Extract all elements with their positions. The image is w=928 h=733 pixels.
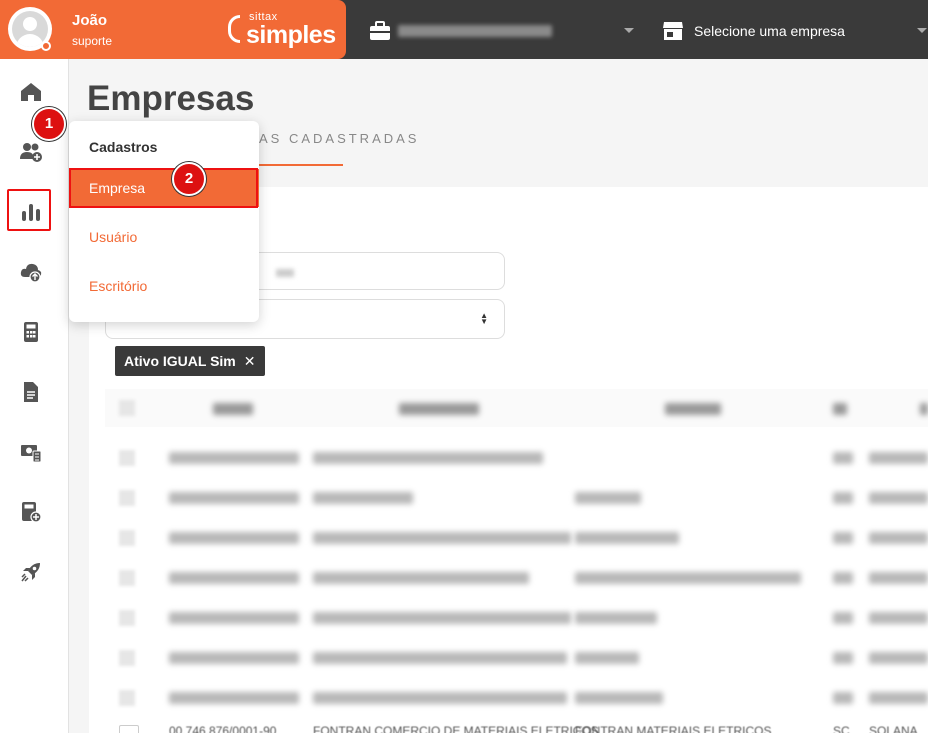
users-add-icon[interactable] <box>20 141 42 163</box>
calculator-icon[interactable] <box>20 321 42 343</box>
table-row[interactable] <box>105 439 928 477</box>
filter-chip-label: Ativo IGUAL Sim <box>124 353 236 369</box>
home-icon[interactable] <box>20 81 42 103</box>
calc-add-icon[interactable] <box>20 501 42 523</box>
menu-item-usuario[interactable]: Usuário <box>89 229 137 245</box>
logo-text: simples <box>246 21 336 49</box>
annotation-badge-1: 1 <box>32 107 66 141</box>
table-row[interactable]: 00.746.876/0001-90 FONTRAN COMERCIO DE M… <box>105 719 928 733</box>
cell-cidade: SOLANA <box>869 724 918 733</box>
filter-chip[interactable]: Ativo IGUAL Sim ✕ <box>115 346 265 376</box>
menu-header: Cadastros <box>89 139 158 155</box>
companies-table: 00.746.876/0001-90 FONTRAN COMERCIO DE M… <box>105 389 928 733</box>
avatar[interactable] <box>8 7 52 51</box>
table-row[interactable] <box>105 599 928 637</box>
tab-cadastradas[interactable]: AS CADASTRADAS <box>259 131 419 146</box>
tab-underline <box>255 164 343 166</box>
table-row[interactable] <box>105 639 928 677</box>
table-row[interactable] <box>105 679 928 717</box>
annotation-badge-2: 2 <box>172 162 206 196</box>
close-icon[interactable]: ✕ <box>244 353 256 369</box>
user-role: suporte <box>72 34 113 48</box>
office-select-value[interactable] <box>398 25 552 37</box>
cell-fantasia: FONTRAN MATERIAIS ELETRICOS <box>575 724 772 733</box>
cell-cnpj: 00.746.876/0001-90 <box>169 724 277 733</box>
chevron-down-icon[interactable] <box>917 28 927 33</box>
annotation-box-1 <box>7 189 51 231</box>
row-checkbox[interactable] <box>119 725 139 733</box>
document-icon[interactable] <box>20 381 42 403</box>
menu-item-escritorio[interactable]: Escritório <box>89 278 147 294</box>
cloud-upload-icon[interactable] <box>20 261 42 283</box>
user-name: João <box>72 12 108 29</box>
cell-uf: SC <box>833 724 850 733</box>
logo-mark-icon <box>228 15 240 43</box>
rocket-icon[interactable] <box>20 561 42 583</box>
chevron-down-icon[interactable] <box>624 28 634 33</box>
company-select[interactable]: Selecione uma empresa <box>694 23 845 39</box>
cadastros-menu: Cadastros Empresa Usuário Escritório <box>69 121 259 322</box>
top-bar: João suporte sittax simples Selecione um… <box>0 0 928 59</box>
sidebar <box>0 59 69 733</box>
brand-panel: João suporte sittax simples <box>0 0 346 59</box>
table-row[interactable] <box>105 479 928 517</box>
table-row[interactable] <box>105 519 928 557</box>
sort-arrows-icon: ▲ ▼ <box>480 311 488 326</box>
store-icon <box>663 22 683 40</box>
cell-razao-social: FONTRAN COMERCIO DE MATERIAIS ELETRICOS <box>313 724 599 733</box>
status-dot <box>41 41 51 51</box>
table-row[interactable] <box>105 559 928 597</box>
table-header <box>105 389 928 427</box>
annotation-box-2 <box>69 168 258 208</box>
page-title: Empresas <box>87 79 255 118</box>
briefcase-icon <box>370 21 390 40</box>
money-icon[interactable] <box>20 441 42 463</box>
